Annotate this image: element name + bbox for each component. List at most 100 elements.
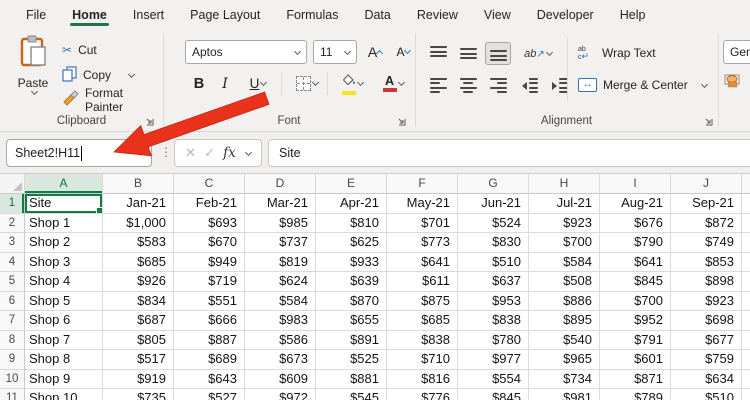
cell-F9[interactable]: $710 xyxy=(387,350,458,370)
cell-C1[interactable]: Feb-21 xyxy=(174,194,245,214)
cell-D11[interactable]: $972 xyxy=(245,389,316,400)
increase-indent-button[interactable] xyxy=(547,74,573,97)
italic-button[interactable]: I xyxy=(215,72,235,95)
increase-font-size-button[interactable]: A xyxy=(363,40,387,63)
font-size-combobox[interactable]: 11 xyxy=(313,40,357,64)
row-header-7[interactable]: 7 xyxy=(0,311,25,331)
cell-A1[interactable]: Site xyxy=(25,194,103,214)
cell-E10[interactable]: $881 xyxy=(316,370,387,390)
cell-A7[interactable]: Shop 6 xyxy=(25,311,103,331)
row-header-5[interactable]: 5 xyxy=(0,272,25,292)
underline-chevron[interactable] xyxy=(260,79,267,86)
cell-E7[interactable]: $655 xyxy=(316,311,387,331)
cell-D3[interactable]: $737 xyxy=(245,233,316,253)
cell-I6[interactable]: $700 xyxy=(600,292,671,312)
cell-J11[interactable]: $510 xyxy=(671,389,742,400)
align-right-button[interactable] xyxy=(485,74,511,97)
cell-C4[interactable]: $949 xyxy=(174,253,245,273)
row-header-8[interactable]: 8 xyxy=(0,331,25,351)
orientation-button[interactable]: ab↗ xyxy=(517,42,559,65)
cell-H9[interactable]: $965 xyxy=(529,350,600,370)
cell-B4[interactable]: $685 xyxy=(103,253,174,273)
cut-button[interactable]: ✂ Cut xyxy=(62,39,97,61)
cell-D6[interactable]: $584 xyxy=(245,292,316,312)
cell-F8[interactable]: $838 xyxy=(387,331,458,351)
cell-H5[interactable]: $508 xyxy=(529,272,600,292)
cell-G3[interactable]: $830 xyxy=(458,233,529,253)
cell-G9[interactable]: $977 xyxy=(458,350,529,370)
cell-F2[interactable]: $701 xyxy=(387,214,458,234)
align-left-button[interactable] xyxy=(425,74,451,97)
accounting-format-icon[interactable] xyxy=(724,74,740,93)
cell-G1[interactable]: Jun-21 xyxy=(458,194,529,214)
formula-input[interactable]: Site xyxy=(268,139,750,167)
clipboard-dialog-launcher-icon[interactable] xyxy=(145,117,155,127)
cell-A10[interactable]: Shop 9 xyxy=(25,370,103,390)
cell-F1[interactable]: May-21 xyxy=(387,194,458,214)
middle-align-button[interactable] xyxy=(455,42,481,65)
cell-F7[interactable]: $685 xyxy=(387,311,458,331)
cell-A5[interactable]: Shop 4 xyxy=(25,272,103,292)
cell-B5[interactable]: $926 xyxy=(103,272,174,292)
cell-D4[interactable]: $819 xyxy=(245,253,316,273)
select-all-corner[interactable] xyxy=(0,174,25,194)
cell-J1[interactable]: Sep-21 xyxy=(671,194,742,214)
cell-I4[interactable]: $641 xyxy=(600,253,671,273)
align-center-button[interactable] xyxy=(455,74,481,97)
tab-view[interactable]: View xyxy=(472,3,523,26)
decrease-indent-button[interactable] xyxy=(517,74,543,97)
tab-file[interactable]: File xyxy=(14,3,58,26)
column-header-H[interactable]: H xyxy=(529,174,600,194)
cell-I11[interactable]: $789 xyxy=(600,389,671,400)
cell-E8[interactable]: $891 xyxy=(316,331,387,351)
column-header-B[interactable]: B xyxy=(103,174,174,194)
cell-G10[interactable]: $554 xyxy=(458,370,529,390)
cell-B2[interactable]: $1,000 xyxy=(103,214,174,234)
cell-H2[interactable]: $923 xyxy=(529,214,600,234)
cell-G4[interactable]: $510 xyxy=(458,253,529,273)
merge-center-chevron[interactable] xyxy=(701,80,708,87)
cell-I5[interactable]: $845 xyxy=(600,272,671,292)
row-header-6[interactable]: 6 xyxy=(0,292,25,312)
cell-A11[interactable]: Shop 10 xyxy=(25,389,103,400)
cell-I3[interactable]: $790 xyxy=(600,233,671,253)
cell-A8[interactable]: Shop 7 xyxy=(25,331,103,351)
cell-F3[interactable]: $773 xyxy=(387,233,458,253)
tab-formulas[interactable]: Formulas xyxy=(274,3,350,26)
decrease-font-size-button[interactable]: A xyxy=(391,40,415,63)
fill-color-button[interactable] xyxy=(333,72,371,95)
tab-help[interactable]: Help xyxy=(608,3,658,26)
cell-G5[interactable]: $637 xyxy=(458,272,529,292)
cell-D2[interactable]: $985 xyxy=(245,214,316,234)
cell-E11[interactable]: $545 xyxy=(316,389,387,400)
cell-J10[interactable]: $634 xyxy=(671,370,742,390)
cell-H6[interactable]: $886 xyxy=(529,292,600,312)
cell-H10[interactable]: $734 xyxy=(529,370,600,390)
column-header-E[interactable]: E xyxy=(316,174,387,194)
top-align-button[interactable] xyxy=(425,42,451,65)
wrap-text-button[interactable]: ab c↵ Wrap Text xyxy=(578,42,656,64)
cell-J2[interactable]: $872 xyxy=(671,214,742,234)
cell-C11[interactable]: $527 xyxy=(174,389,245,400)
cell-F5[interactable]: $611 xyxy=(387,272,458,292)
cell-H7[interactable]: $895 xyxy=(529,311,600,331)
cell-C3[interactable]: $670 xyxy=(174,233,245,253)
cell-H11[interactable]: $981 xyxy=(529,389,600,400)
cell-H4[interactable]: $584 xyxy=(529,253,600,273)
cell-E6[interactable]: $870 xyxy=(316,292,387,312)
cell-I9[interactable]: $601 xyxy=(600,350,671,370)
cell-A9[interactable]: Shop 8 xyxy=(25,350,103,370)
cell-E1[interactable]: Apr-21 xyxy=(316,194,387,214)
cell-B3[interactable]: $583 xyxy=(103,233,174,253)
cell-C2[interactable]: $693 xyxy=(174,214,245,234)
row-header-3[interactable]: 3 xyxy=(0,233,25,253)
cell-I8[interactable]: $791 xyxy=(600,331,671,351)
font-color-chevron[interactable] xyxy=(397,79,404,86)
paste-button[interactable]: Paste xyxy=(10,34,56,116)
orientation-chevron[interactable] xyxy=(546,49,553,56)
cell-G6[interactable]: $953 xyxy=(458,292,529,312)
cell-D10[interactable]: $609 xyxy=(245,370,316,390)
cell-I2[interactable]: $676 xyxy=(600,214,671,234)
underline-button[interactable]: U xyxy=(241,72,275,95)
cell-I10[interactable]: $871 xyxy=(600,370,671,390)
